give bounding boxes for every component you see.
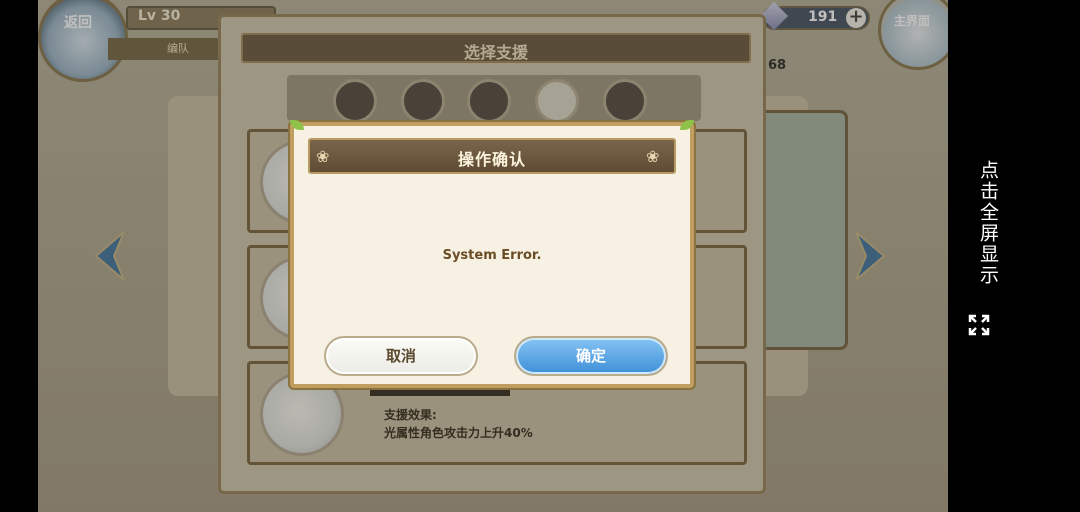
- confirm-button[interactable]: 确定: [514, 336, 668, 376]
- expand-icon[interactable]: [968, 314, 990, 336]
- confirm-dialog: ❀ 操作确认 ❀ System Error. 取消 确定: [290, 120, 694, 388]
- cancel-button[interactable]: 取消: [324, 336, 478, 376]
- leaf-ornament-icon: [680, 120, 694, 130]
- confirm-title-bar: ❀ 操作确认 ❀: [308, 138, 676, 174]
- confirm-title: 操作确认: [457, 150, 526, 169]
- confirm-message: System Error.: [442, 248, 542, 263]
- game-viewport: 返回 Lv 30 编队 191 + 主界面 68 选择支援 支援效果: 光属性角…: [38, 0, 948, 512]
- fullscreen-label[interactable]: 点击全屏显示: [962, 160, 1002, 310]
- flourish-icon: ❀: [646, 147, 660, 166]
- leaf-ornament-icon: [290, 120, 304, 130]
